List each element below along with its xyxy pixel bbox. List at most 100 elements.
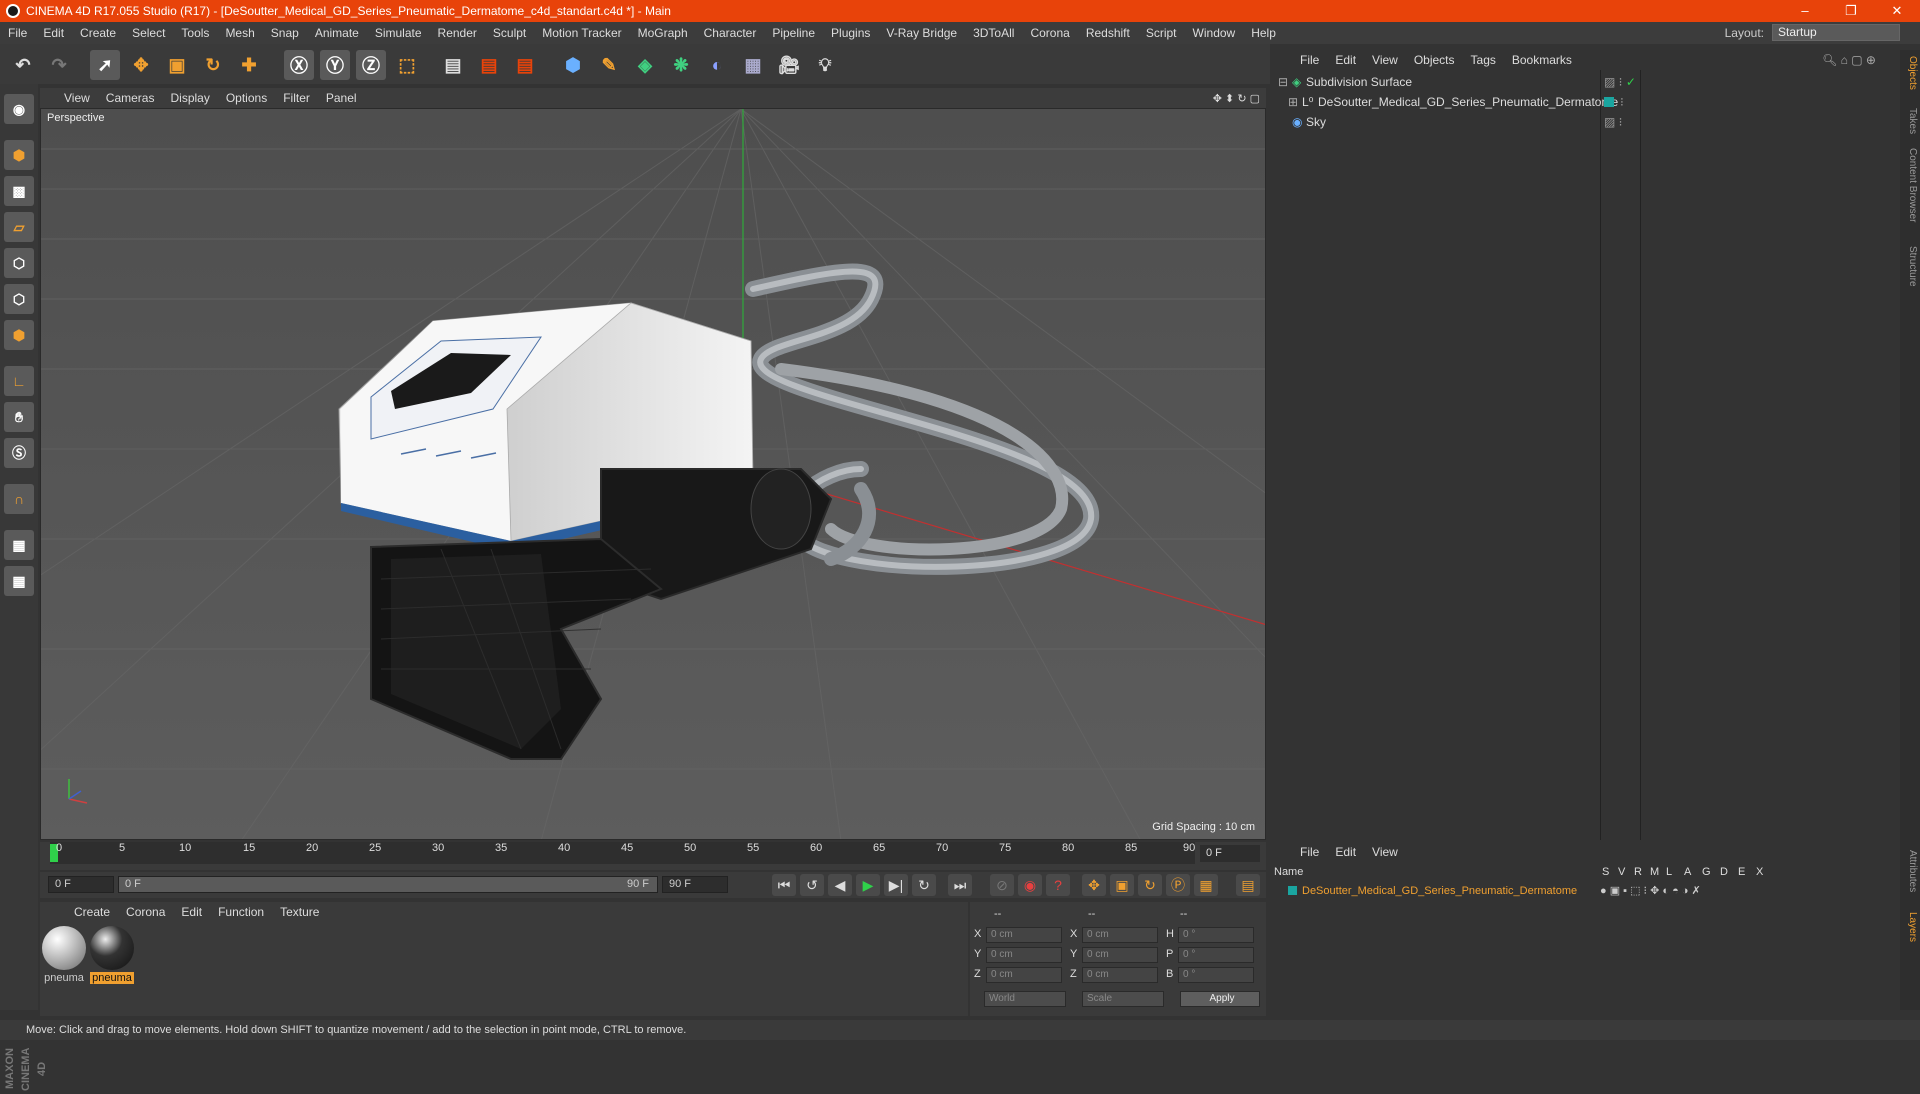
- points-mode-icon[interactable]: ⬡: [4, 248, 34, 278]
- workplane-lock-icon[interactable]: ▦: [4, 530, 34, 560]
- menu-tools[interactable]: Tools: [173, 26, 217, 40]
- goto-start-icon[interactable]: ⏮: [772, 874, 796, 896]
- viewport-navigation-icon[interactable]: ✥ ⬍ ↻ ▢: [1213, 92, 1260, 105]
- minimize-button[interactable]: –: [1782, 0, 1828, 22]
- spline-pen-icon[interactable]: ✎: [594, 50, 624, 80]
- material-menu-edit[interactable]: Edit: [173, 905, 210, 919]
- scale-tool-icon[interactable]: ▣: [162, 50, 192, 80]
- timeline-window-icon[interactable]: ▤: [1236, 874, 1260, 896]
- object-row[interactable]: ⊞ L⁰ DeSoutter_Medical_GD_Series_Pneumat…: [1270, 92, 1898, 112]
- start-frame-field[interactable]: 0 F: [48, 876, 114, 893]
- camera-icon[interactable]: 🎥︎: [774, 50, 804, 80]
- menu-help[interactable]: Help: [1243, 26, 1284, 40]
- menu-edit[interactable]: Edit: [35, 26, 72, 40]
- rot-p-field[interactable]: 0 °: [1178, 947, 1254, 963]
- menu-3dtoall[interactable]: 3DToAll: [965, 26, 1022, 40]
- next-frame-icon[interactable]: ▶|: [884, 874, 908, 896]
- pos-z-field[interactable]: 0 cm: [986, 967, 1062, 983]
- x-axis-lock-icon[interactable]: Ⓧ: [284, 50, 314, 80]
- tab-layers[interactable]: Layers: [1902, 912, 1918, 942]
- keyframe-selection-icon[interactable]: ?: [1046, 874, 1070, 896]
- menu-sculpt[interactable]: Sculpt: [485, 26, 534, 40]
- layer-toggles-icon[interactable]: ● ▣ ▪ ⬚ ⁝ ✥ ◐ ◓ ◑ ✗: [1600, 882, 1701, 900]
- tab-content-browser[interactable]: Content Browser: [1902, 148, 1918, 222]
- pos-y-field[interactable]: 0 cm: [986, 947, 1062, 963]
- goto-end-icon[interactable]: ⏭: [948, 874, 972, 896]
- menu-corona[interactable]: Corona: [1022, 26, 1077, 40]
- perspective-viewport[interactable]: Perspective Grid Spacing : 10 cm: [40, 108, 1266, 840]
- restore-button[interactable]: ❐: [1828, 0, 1874, 22]
- visibility-icon[interactable]: ▨ ⁝ ✓: [1604, 72, 1636, 92]
- object-row[interactable]: ◉ Sky ▨ ⁝: [1270, 112, 1898, 132]
- close-button[interactable]: ✕: [1874, 0, 1920, 22]
- z-axis-lock-icon[interactable]: Ⓩ: [356, 50, 386, 80]
- floor-icon[interactable]: ▦: [738, 50, 768, 80]
- menu-snap[interactable]: Snap: [263, 26, 307, 40]
- menu-vray-bridge[interactable]: V-Ray Bridge: [878, 26, 965, 40]
- y-axis-lock-icon[interactable]: Ⓨ: [320, 50, 350, 80]
- tweak-mode-icon[interactable]: ✋︎: [4, 402, 34, 432]
- model-mode-icon[interactable]: ⬢: [4, 140, 34, 170]
- menu-mesh[interactable]: Mesh: [217, 26, 262, 40]
- object-row[interactable]: ⊟ ◈ Subdivision Surface ▨ ⁝ ✓: [1270, 72, 1898, 92]
- visibility-icon[interactable]: ▨ ⁝: [1604, 112, 1623, 132]
- menu-character[interactable]: Character: [696, 26, 765, 40]
- viewport-menu-filter[interactable]: Filter: [275, 91, 318, 105]
- snap-icon[interactable]: Ⓢ: [4, 438, 34, 468]
- transform-tool-icon[interactable]: ✚: [234, 50, 264, 80]
- visibility-icon[interactable]: ⁝: [1620, 92, 1624, 112]
- tab-objects[interactable]: Objects: [1902, 56, 1918, 90]
- timeline-ruler[interactable]: 0 5 10 15 20 25 30 35 40 45 50 55 60 65 …: [50, 842, 1195, 864]
- material-menu-texture[interactable]: Texture: [272, 905, 327, 919]
- texture-mode-icon[interactable]: ▩: [4, 176, 34, 206]
- move-tool-icon[interactable]: ✥: [126, 50, 156, 80]
- key-scale-icon[interactable]: ▣: [1110, 874, 1134, 896]
- coord-system-dropdown[interactable]: World: [984, 991, 1066, 1007]
- layer-row[interactable]: DeSoutter_Medical_GD_Series_Pneumatic_De…: [1270, 882, 1898, 900]
- object-menu-tags[interactable]: Tags: [1463, 53, 1504, 67]
- menu-create[interactable]: Create: [72, 26, 124, 40]
- magnet-icon[interactable]: ∩: [4, 484, 34, 514]
- key-pla-icon[interactable]: ▦: [1194, 874, 1218, 896]
- rotate-tool-icon[interactable]: ↻: [198, 50, 228, 80]
- edges-mode-icon[interactable]: ⬡: [4, 284, 34, 314]
- layer-menu-edit[interactable]: Edit: [1327, 845, 1364, 859]
- render-view-icon[interactable]: ▤: [438, 50, 468, 80]
- frame-range-slider[interactable]: 0 F 90 F: [118, 876, 658, 893]
- menu-select[interactable]: Select: [124, 26, 173, 40]
- undo-icon[interactable]: ↶: [8, 50, 38, 80]
- size-x-field[interactable]: 0 cm: [1082, 927, 1158, 943]
- material-menu-function[interactable]: Function: [210, 905, 272, 919]
- record-keyframe-icon[interactable]: ⊘: [990, 874, 1014, 896]
- expand-icon[interactable]: ⊟: [1278, 72, 1288, 92]
- play-icon[interactable]: ▶: [856, 874, 880, 896]
- cloner-icon[interactable]: ❋: [666, 50, 696, 80]
- object-menu-edit[interactable]: Edit: [1327, 53, 1364, 67]
- key-parameter-icon[interactable]: Ⓟ: [1166, 874, 1190, 896]
- deformer-icon[interactable]: ◐: [702, 50, 732, 80]
- material-menu-corona[interactable]: Corona: [118, 905, 173, 919]
- menu-pipeline[interactable]: Pipeline: [764, 26, 823, 40]
- object-search-icon[interactable]: 🔍︎ ⌂ ▢ ⊕: [1814, 53, 1884, 67]
- menu-script[interactable]: Script: [1138, 26, 1185, 40]
- pos-x-field[interactable]: 0 cm: [986, 927, 1062, 943]
- material-swatch[interactable]: pneuma: [42, 926, 86, 984]
- light-icon[interactable]: 💡︎: [810, 50, 840, 80]
- size-z-field[interactable]: 0 cm: [1082, 967, 1158, 983]
- material-swatch[interactable]: pneuma: [90, 926, 134, 984]
- menu-window[interactable]: Window: [1185, 26, 1244, 40]
- viewport-menu-display[interactable]: Display: [162, 91, 217, 105]
- end-frame-field[interactable]: 90 F: [662, 876, 728, 893]
- key-rotation-icon[interactable]: ↻: [1138, 874, 1162, 896]
- size-y-field[interactable]: 0 cm: [1082, 947, 1158, 963]
- cube-object-icon[interactable]: ⬢: [558, 50, 588, 80]
- key-position-icon[interactable]: ✥: [1082, 874, 1106, 896]
- apply-button[interactable]: Apply: [1180, 991, 1260, 1007]
- prev-key-icon[interactable]: ↺: [800, 874, 824, 896]
- menu-motion-tracker[interactable]: Motion Tracker: [534, 26, 629, 40]
- timeline[interactable]: 0 5 10 15 20 25 30 35 40 45 50 55 60 65 …: [40, 842, 1266, 870]
- layer-color-icon[interactable]: [1288, 886, 1297, 895]
- subdivision-surface-icon[interactable]: ◈: [630, 50, 660, 80]
- layer-menu-file[interactable]: File: [1292, 845, 1327, 859]
- object-menu-view[interactable]: View: [1364, 53, 1406, 67]
